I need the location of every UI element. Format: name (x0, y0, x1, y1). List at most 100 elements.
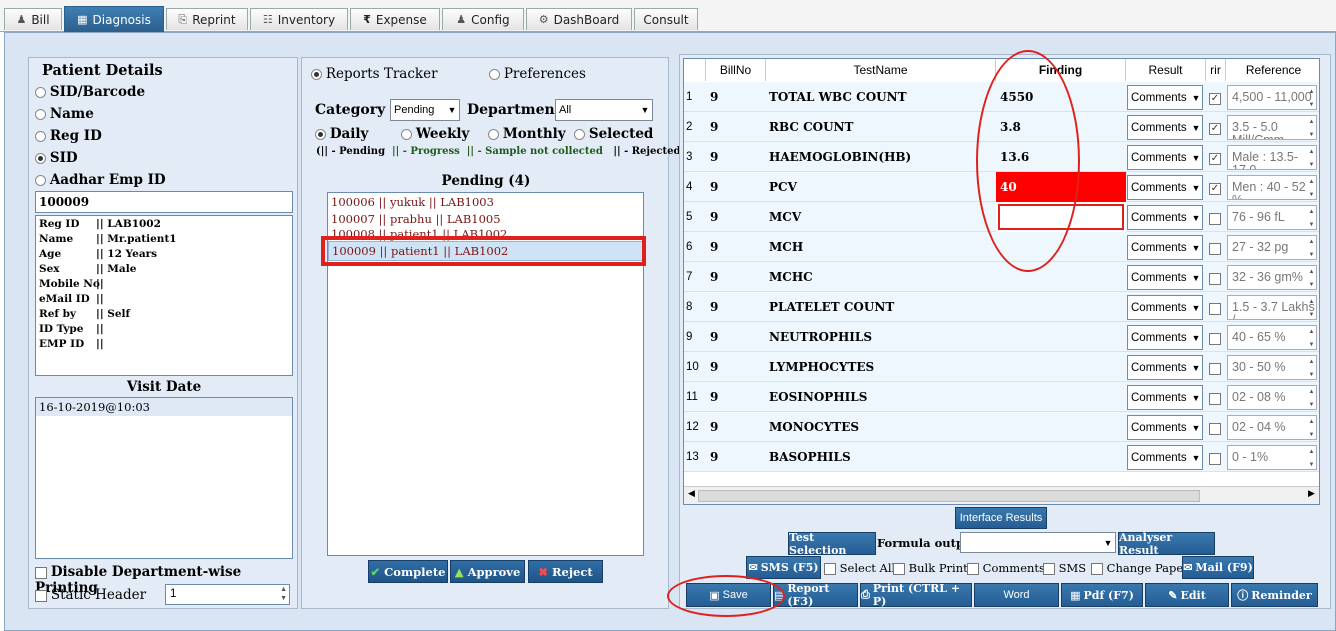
static-header[interactable]: Static Header (35, 587, 146, 603)
complete-button[interactable]: ✔ Complete (368, 560, 448, 583)
spinner-icon[interactable]: ▲ ▼ (1307, 206, 1316, 229)
tab-diagnosis[interactable]: ▦ Diagnosis (64, 6, 164, 32)
row-result-select[interactable]: Comments ▼ (1127, 445, 1203, 470)
row-result-select[interactable]: Comments ▼ (1127, 175, 1203, 200)
spinner-icon[interactable]: ▲ ▼ (1307, 416, 1316, 439)
search-option-reg-id[interactable]: Reg ID (35, 128, 102, 144)
analyser-result-button[interactable]: Analyser Result (1118, 531, 1215, 557)
row-finding-input[interactable] (996, 382, 1126, 412)
row-rir-checkbox[interactable] (1209, 301, 1221, 315)
spinner-icon[interactable]: ▲ ▼ (1307, 296, 1316, 319)
row-rir-checkbox[interactable] (1209, 271, 1221, 285)
mail-button[interactable]: ✉ Mail (F9) (1182, 556, 1254, 579)
scroll-right-icon[interactable]: ▶ (1308, 489, 1315, 499)
table-row[interactable]: 8 9 PLATELET COUNT Comments ▼ 1.5 - 3.7 Lakhs… (684, 292, 1319, 322)
row-finding-input[interactable] (996, 322, 1126, 352)
tab-dashboard[interactable]: ⚙ DashBoard (526, 8, 632, 30)
table-row[interactable]: 11 9 EOSINOPHILS Comments ▼ 02 - 08 % ▲ ▼ (684, 382, 1319, 412)
reminder-button[interactable]: ⓘ Reminder (1231, 583, 1318, 607)
visit-date-item[interactable]: 16-10-2019@10:03 (36, 398, 292, 416)
row-rir-checkbox[interactable]: ✓ (1209, 181, 1221, 195)
search-option-aadhar[interactable]: Aadhar Emp ID (35, 172, 166, 188)
row-finding-input[interactable] (996, 442, 1126, 472)
select-all-checkbox[interactable]: Select All (824, 561, 895, 575)
row-result-select[interactable]: Comments ▼ (1127, 235, 1203, 260)
period-weekly[interactable]: Weekly (401, 126, 469, 142)
spinner-icon[interactable]: ▲ ▼ (1307, 356, 1316, 379)
tab-consult[interactable]: Consult (634, 8, 698, 30)
pending-item[interactable]: 100006 || yukuk || LAB1003 (328, 193, 643, 211)
row-result-select[interactable]: Comments ▼ (1127, 115, 1203, 140)
spinner-icon[interactable]: ▲ ▼ (1307, 446, 1316, 469)
row-result-select[interactable]: Comments ▼ (1127, 265, 1203, 290)
row-finding-input[interactable] (996, 412, 1126, 442)
tab-inventory[interactable]: ☷ Inventory (250, 8, 348, 30)
row-result-select[interactable]: Comments ▼ (1127, 325, 1203, 350)
period-daily[interactable]: Daily (315, 126, 368, 142)
spinner-icon[interactable]: ▲ ▼ (1307, 266, 1316, 289)
row-rir-checkbox[interactable]: ✓ (1209, 121, 1221, 135)
reject-button[interactable]: ✖ Reject (528, 560, 603, 583)
pending-item[interactable]: 100007 || prabhu || LAB1005 (328, 211, 643, 227)
comments-checkbox[interactable]: Comments (967, 561, 1045, 575)
table-row[interactable]: 7 9 MCHC Comments ▼ 32 - 36 gm% ▲ ▼ (684, 262, 1319, 292)
row-finding-input[interactable] (996, 352, 1126, 382)
period-selected[interactable]: Selected (574, 126, 653, 142)
row-rir-checkbox[interactable]: ✓ (1209, 91, 1221, 105)
row-finding-input[interactable] (996, 292, 1126, 322)
horizontal-scrollbar[interactable]: ◀ ▶ (684, 486, 1319, 504)
tab-reprint[interactable]: ⎘ Reprint (166, 8, 248, 30)
table-row[interactable]: 12 9 MONOCYTES Comments ▼ 02 - 04 % ▲ ▼ (684, 412, 1319, 442)
row-rir-checkbox[interactable] (1209, 391, 1221, 405)
row-rir-checkbox[interactable] (1209, 211, 1221, 225)
tab-config[interactable]: ♟ Config (442, 8, 524, 30)
row-result-select[interactable]: Comments ▼ (1127, 295, 1203, 320)
spinner-icon[interactable]: ▲ ▼ (1307, 146, 1316, 169)
report-button[interactable]: ▤ Report (F3) (773, 582, 858, 608)
row-result-select[interactable]: Comments ▼ (1127, 145, 1203, 170)
print-button[interactable]: ⎙ Print (CTRL + P) (860, 582, 972, 608)
table-row[interactable]: 9 9 NEUTROPHILS Comments ▼ 40 - 65 % ▲ ▼ (684, 322, 1319, 352)
preferences-radio[interactable]: Preferences (489, 66, 586, 82)
spinner-icon[interactable]: ▲ ▼ (1307, 236, 1316, 259)
category-select[interactable]: Pending ▼ (390, 99, 460, 121)
change-paper-checkbox[interactable]: Change Paper (1091, 561, 1189, 575)
row-rir-checkbox[interactable] (1209, 451, 1221, 465)
test-selection-button[interactable]: Test Selection (788, 531, 876, 557)
interface-results-button[interactable]: Interface Results (955, 507, 1047, 529)
row-rir-checkbox[interactable] (1209, 241, 1221, 255)
table-row[interactable]: 10 9 LYMPHOCYTES Comments ▼ 30 - 50 % ▲ ▼ (684, 352, 1319, 382)
scrollbar-thumb[interactable] (698, 490, 1200, 502)
period-monthly[interactable]: Monthly (488, 126, 566, 142)
spinner-icon[interactable]: ▲ ▼ (1307, 326, 1316, 349)
row-result-select[interactable]: Comments ▼ (1127, 205, 1203, 230)
spinner-icon[interactable]: ▲ ▼ (1307, 116, 1316, 139)
search-option-name[interactable]: Name (35, 106, 94, 122)
reports-tracker-radio[interactable]: Reports Tracker (311, 66, 438, 82)
word-button[interactable]: Word (974, 583, 1059, 607)
row-result-select[interactable]: Comments ▼ (1127, 385, 1203, 410)
row-rir-checkbox[interactable]: ✓ (1209, 151, 1221, 165)
spinner-icon[interactable]: ▲ ▼ (1307, 386, 1316, 409)
formula-output-select[interactable]: ▼ (960, 532, 1116, 553)
sms-button[interactable]: ✉ SMS (F5) (746, 556, 821, 579)
table-row[interactable]: 13 9 BASOPHILS Comments ▼ 0 - 1% ▲ ▼ (684, 442, 1319, 472)
pdf-button[interactable]: ▦ Pdf (F7) (1061, 583, 1143, 607)
row-rir-checkbox[interactable] (1209, 331, 1221, 345)
edit-button[interactable]: ✎ Edit (1145, 583, 1229, 607)
search-option-sid[interactable]: SID (35, 150, 78, 166)
search-input[interactable]: 100009 (35, 191, 293, 213)
row-result-select[interactable]: Comments ▼ (1127, 85, 1203, 110)
row-rir-checkbox[interactable] (1209, 421, 1221, 435)
row-rir-checkbox[interactable] (1209, 361, 1221, 375)
search-option-sid-barcode[interactable]: SID/Barcode (35, 84, 145, 100)
approve-button[interactable]: ▲ Approve (450, 560, 525, 583)
sms-checkbox[interactable]: SMS (1043, 561, 1086, 575)
tab-bill[interactable]: ♟ Bill (4, 8, 62, 30)
spinner-icon[interactable]: ▲ ▼ (280, 585, 287, 603)
row-result-select[interactable]: Comments ▼ (1127, 355, 1203, 380)
static-header-input[interactable]: 1 ▲ ▼ (165, 584, 290, 605)
spinner-icon[interactable]: ▲ ▼ (1307, 86, 1316, 109)
department-select[interactable]: All ▼ (555, 99, 653, 121)
bulk-print-checkbox[interactable]: Bulk Print (893, 561, 968, 575)
